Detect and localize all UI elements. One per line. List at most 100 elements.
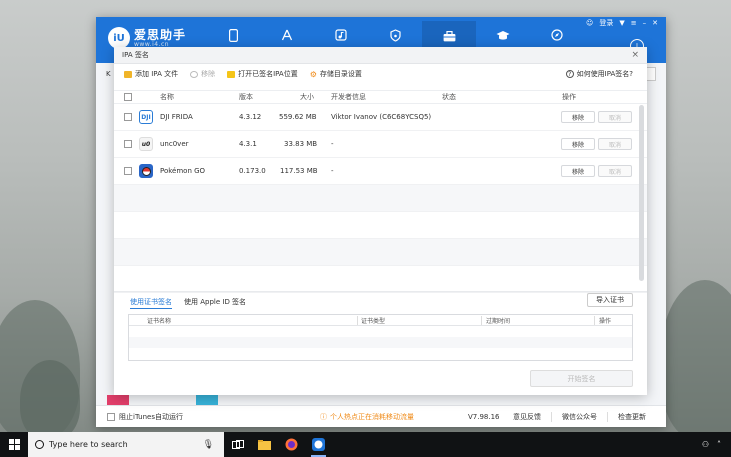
close-icon[interactable]: × [631,50,639,60]
app-tile-partial[interactable] [107,395,129,405]
col-cert-expiry: 过期时间 [486,318,511,325]
file-explorer-icon[interactable] [251,432,278,457]
user-icon[interactable]: ☺ [586,19,593,27]
ipa-table: 名称 版本 大小 开发者信息 状态 操作 DJI DJI FRIDA 4.3.1… [114,90,647,293]
desktop-foliage [20,360,80,440]
close-icon[interactable]: ✕ [652,19,658,27]
row-cancel-button[interactable]: 取消 [598,165,632,177]
col-developer: 开发者信息 [331,93,366,101]
version-label: V7.98.16 [468,412,500,421]
app-developer: Viktor Ivanov (C6C68YCSQ5) [331,113,432,121]
app-size: 559.62 MB [279,113,317,121]
itunes-autorun-checkbox[interactable]: 阻止iTunes自动运行 [107,412,183,422]
tab-cert-sign[interactable]: 使用证书签名 [130,297,172,309]
wechat-link[interactable]: 微信公众号 [551,411,607,422]
help-link[interactable]: ? 如何使用IPA签名? [565,69,633,79]
certificate-section: 使用证书签名 使用 Apple ID 签名 导入证书 证书名称 证书类型 过期时… [114,291,647,395]
taskbar-search-placeholder: Type here to search [49,440,128,449]
open-signed-location-label: 打开已签名IPA位置 [238,70,298,78]
empty-row [114,185,647,212]
hotspot-notice: ⓘ 个人热点正在消耗移动流量 [320,412,414,422]
import-cert-button[interactable]: 导入证书 [587,293,633,307]
app-version: 4.3.1 [239,140,257,148]
col-action: 操作 [562,93,576,101]
microphone-icon[interactable]: 🎙 [203,440,214,450]
col-version: 版本 [239,93,253,101]
select-all-checkbox[interactable] [124,93,132,101]
start-button[interactable] [0,432,28,457]
table-scrollbar[interactable] [639,105,644,281]
ipa-sign-dialog: IPA 签名 × 添加 IPA 文件 移除 打开已签名IPA位置 ⚙ 存储目录设… [114,47,647,395]
i4-app-icon[interactable] [305,432,332,457]
people-icon[interactable]: ⚇ [702,440,709,449]
desktop-foliage [660,280,731,440]
itunes-autorun-label: 阻止iTunes自动运行 [119,412,183,421]
feedback-icon[interactable]: ▼ [619,19,624,27]
system-tray: ⚇ ˄ [702,440,731,449]
tray-arrow-icon[interactable]: ˄ [717,440,721,449]
app-store-icon[interactable] [260,25,314,45]
row-remove-button[interactable]: 移除 [561,138,595,150]
menu-icon[interactable]: ≡ [631,19,637,27]
hotspot-notice-text: 个人热点正在消耗移动流量 [330,412,414,421]
question-icon: ? [565,70,574,78]
open-signed-location-button[interactable]: 打开已签名IPA位置 [227,69,298,79]
column-divider [481,316,482,325]
empty-row [129,348,632,359]
taskbar-search[interactable]: Type here to search 🎙 [28,432,224,457]
sidebar-letter: K [106,70,111,78]
logo-name: 爱思助手 [134,27,187,42]
phone-icon[interactable] [206,25,260,45]
add-ipa-label: 添加 IPA 文件 [135,70,179,78]
start-sign-button[interactable]: 开始签名 [530,370,633,387]
cert-table-header: 证书名称 证书类型 过期时间 操作 [129,315,632,326]
app-developer: - [331,167,334,175]
row-remove-button[interactable]: 移除 [561,111,595,123]
app-version: 0.173.0 [239,167,266,175]
logo-badge-icon: iU [108,27,130,49]
window-controls: ☺ 登录 ▼ ≡ – ✕ [586,17,658,29]
app-size: 33.83 MB [284,140,318,148]
row-cancel-button[interactable]: 取消 [598,111,632,123]
compass-icon[interactable] [530,25,584,45]
pokeball-icon [141,166,151,176]
music-icon[interactable] [314,25,368,45]
app-version: 4.3.12 [239,113,262,121]
table-header: 名称 版本 大小 开发者信息 状态 操作 [114,90,647,104]
empty-row [129,326,632,337]
check-update-link[interactable]: 检查更新 [607,411,656,422]
row-checkbox[interactable] [124,140,132,148]
row-checkbox[interactable] [124,113,132,121]
table-row[interactable]: DJI DJI FRIDA 4.3.12 559.62 MB Viktor Iv… [114,104,647,131]
firefox-icon[interactable] [278,432,305,457]
col-status: 状态 [442,93,456,101]
tab-apple-id-sign[interactable]: 使用 Apple ID 签名 [184,297,246,309]
pokemon-go-app-icon [139,164,153,178]
empty-row [129,337,632,348]
table-row[interactable]: Pokémon GO 0.173.0 117.53 MB - 移除 取消 [114,158,647,185]
row-checkbox[interactable] [124,167,132,175]
checkbox-icon[interactable] [107,412,115,421]
feedback-link[interactable]: 意见反馈 [503,412,551,422]
ringtone-icon[interactable] [368,25,422,45]
cert-table: 证书名称 证书类型 过期时间 操作 [128,314,633,361]
row-remove-button[interactable]: 移除 [561,165,595,177]
tutorial-icon[interactable] [476,25,530,45]
dialog-title: IPA 签名 [122,51,149,59]
minimize-icon[interactable]: – [643,19,647,27]
login-link[interactable]: 登录 [599,18,613,28]
folder-icon [227,70,236,78]
warning-icon: ⓘ [320,412,327,421]
remove-label: 移除 [201,70,216,78]
row-cancel-button[interactable]: 取消 [598,138,632,150]
empty-row [114,239,647,266]
app-tile-partial[interactable] [196,395,218,405]
add-ipa-button[interactable]: 添加 IPA 文件 [124,69,178,79]
task-view-icon[interactable] [224,432,251,457]
dialog-titlebar: IPA 签名 × [114,47,647,64]
remove-button[interactable]: 移除 [190,69,215,79]
table-row[interactable]: u0 unc0ver 4.3.1 33.83 MB - 移除 取消 [114,131,647,158]
remove-icon [190,70,199,78]
app-name: unc0ver [160,140,189,148]
storage-settings-button[interactable]: ⚙ 存储目录设置 [310,69,362,79]
